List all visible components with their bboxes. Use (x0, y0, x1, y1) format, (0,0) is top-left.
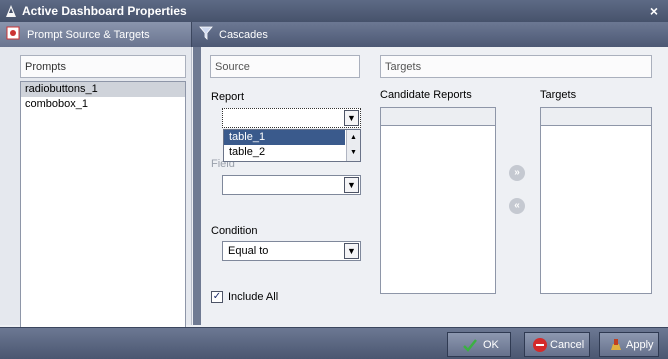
app-logo-icon (6, 5, 16, 17)
condition-label: Condition (211, 225, 258, 237)
prompt-source-icon (6, 26, 20, 40)
chevron-down-icon[interactable]: ▼ (344, 177, 359, 193)
list-item[interactable]: combobox_1 (21, 97, 185, 112)
dialog-footer: OK Cancel Apply (0, 327, 668, 359)
cancel-icon (533, 338, 547, 352)
targets-header: Targets (380, 55, 652, 78)
include-all-checkbox[interactable]: ✓ (211, 291, 223, 303)
cancel-button[interactable]: Cancel (524, 332, 590, 357)
list-header (541, 108, 651, 126)
check-icon (463, 339, 477, 352)
chevron-down-icon[interactable]: ▼ (344, 243, 359, 259)
remove-target-button[interactable]: « (509, 198, 525, 214)
cancel-label: Cancel (550, 339, 585, 351)
tab-label: Prompt Source & Targets (27, 29, 150, 41)
list-header (381, 108, 495, 126)
dropdown-option[interactable]: table_2 (224, 145, 345, 160)
ok-label: OK (483, 339, 499, 351)
candidate-reports-list[interactable] (380, 107, 496, 294)
panel-divider[interactable] (193, 47, 201, 325)
close-icon[interactable]: × (650, 3, 658, 19)
report-label: Report (211, 91, 245, 103)
cascades-icon (199, 26, 213, 40)
condition-value: Equal to (228, 245, 269, 257)
tab-label: Cascades (219, 29, 268, 41)
candidate-reports-label: Candidate Reports (380, 89, 472, 101)
source-header: Source (210, 55, 360, 78)
tab-prompt-source-targets[interactable]: Prompt Source & Targets (0, 22, 192, 47)
prompts-list[interactable]: radiobuttons_1 combobox_1 (20, 81, 186, 345)
dropdown-scrollbar[interactable]: ▲ ▼ (346, 130, 360, 161)
include-all-label: Include All (228, 291, 279, 303)
scroll-down-icon[interactable]: ▼ (347, 145, 360, 160)
targets-label: Targets (540, 89, 577, 101)
scroll-up-icon[interactable]: ▲ (347, 130, 360, 145)
list-item[interactable]: radiobuttons_1 (21, 82, 185, 97)
title-bar: Active Dashboard Properties × (0, 0, 668, 22)
chevron-down-icon[interactable]: ▼ (344, 110, 359, 126)
prompts-panel: Prompts radiobuttons_1 combobox_1 (0, 47, 192, 345)
apply-icon (611, 339, 621, 350)
report-dropdown-list[interactable]: table_1 table_2 ▲ ▼ (223, 129, 361, 162)
tab-strip: Prompt Source & Targets Cascades (0, 22, 668, 47)
targets-list[interactable] (540, 107, 652, 294)
apply-label: Apply (626, 339, 654, 351)
window-title: Active Dashboard Properties (22, 4, 187, 18)
apply-button[interactable]: Apply (599, 332, 659, 357)
prompts-header: Prompts (20, 55, 186, 78)
ok-button[interactable]: OK (447, 332, 511, 357)
dropdown-option[interactable]: table_1 (224, 130, 345, 145)
condition-select[interactable]: Equal to ▼ (222, 241, 361, 261)
report-select[interactable]: ▼ (222, 108, 361, 128)
field-select[interactable]: ▼ (222, 175, 361, 195)
add-target-button[interactable]: » (509, 165, 525, 181)
tab-cascades[interactable]: Cascades (193, 22, 313, 47)
